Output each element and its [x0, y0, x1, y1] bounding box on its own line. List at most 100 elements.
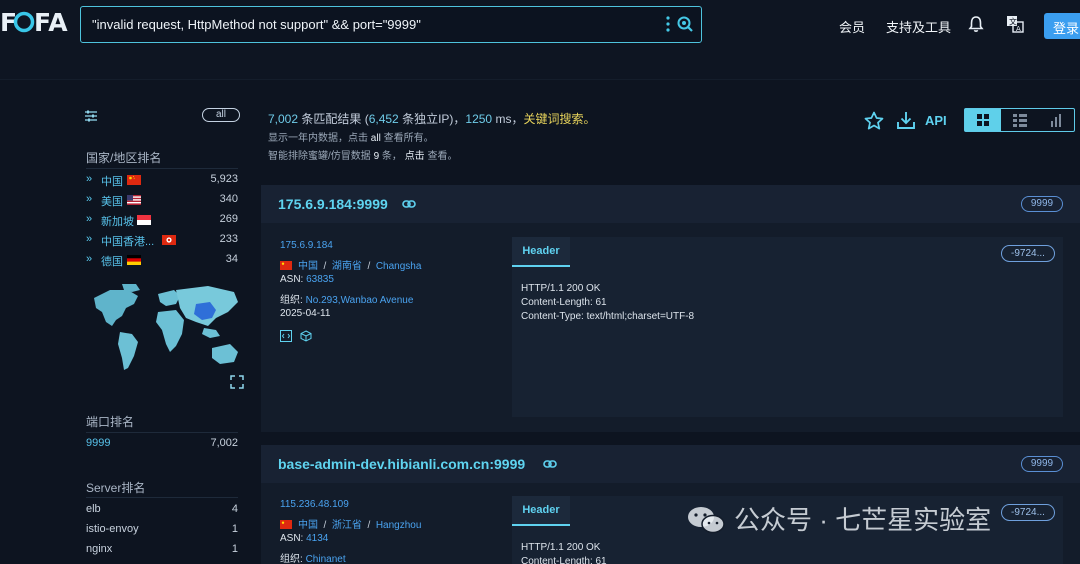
result-host-link[interactable]: 175.6.9.184:9999 — [278, 196, 388, 212]
header-panel: Header -9724... HTTP/1.1 200 OK Content-… — [512, 237, 1063, 417]
region-link[interactable]: 浙江省 — [332, 520, 362, 531]
fofa-logo[interactable]: F FA — [0, 8, 70, 37]
download-icon[interactable] — [896, 110, 916, 130]
ip-link[interactable]: 115.236.48.109 — [280, 499, 349, 510]
show-all-link[interactable]: all — [371, 133, 381, 144]
server-name[interactable]: elb — [86, 503, 101, 515]
bell-icon[interactable] — [968, 15, 984, 33]
region-link[interactable]: 湖南省 — [332, 261, 362, 272]
list-view-button[interactable] — [1002, 109, 1038, 131]
summary-text: 条匹配结果 ( — [298, 112, 369, 126]
country-name[interactable]: 美国 — [101, 193, 123, 209]
server-row[interactable]: nginx 1 — [86, 543, 238, 555]
svg-text:FA: FA — [34, 8, 68, 36]
header-line: HTTP/1.1 200 OK — [521, 542, 601, 553]
country-name[interactable]: 新加坡 — [101, 213, 134, 229]
link-icon[interactable] — [543, 459, 557, 469]
login-button[interactable]: 登录 — [1044, 13, 1080, 39]
server-name[interactable]: istio-envoy — [86, 523, 139, 535]
link-icon[interactable] — [402, 199, 416, 209]
asn-link[interactable]: 4134 — [306, 533, 328, 544]
filter-settings-icon[interactable] — [84, 109, 98, 123]
city-link[interactable]: Changsha — [376, 261, 422, 272]
country-name[interactable]: 德国 — [101, 253, 123, 269]
asn-label: ASN: — [280, 533, 307, 544]
search-box[interactable]: "invalid request, HttpMethod not support… — [80, 6, 702, 43]
translate-icon[interactable]: 文 A — [1006, 15, 1024, 33]
org-link[interactable]: No.293,Wanbao Avenue — [306, 295, 414, 306]
ip-address[interactable]: 175.6.9.184 — [280, 240, 333, 251]
ip-link[interactable]: 175.6.9.184 — [280, 240, 333, 251]
location-line: 中国 / 湖南省 / Changsha — [280, 257, 421, 272]
watermark-text: 公众号 · 七芒星实验室 — [734, 505, 992, 535]
honeypot-note: 智能排除蜜罐/仿冒数据 9 条， 点击 查看。 — [268, 147, 457, 162]
header-content: HTTP/1.1 200 OK Content-Length: 61 — [521, 541, 607, 564]
api-button[interactable]: API — [925, 113, 947, 128]
china-flag-icon — [127, 175, 141, 185]
note-text: 条， — [379, 151, 405, 162]
country-row-singapore[interactable]: » 新加坡 269 — [86, 213, 238, 231]
fofa-logo-mark: F FA — [0, 8, 68, 37]
divider — [86, 432, 238, 433]
server-name[interactable]: nginx — [86, 543, 112, 555]
country-row-germany[interactable]: » 德国 34 — [86, 253, 238, 271]
country-count: 233 — [219, 233, 238, 245]
server-ranking-title: Server排名 — [86, 481, 146, 495]
nav-membership[interactable]: 会员 — [839, 17, 865, 36]
chevron-right-icon: » — [86, 213, 93, 225]
keyword-search-label: 关键词搜索。 — [523, 112, 596, 126]
asn-label: ASN: — [280, 274, 307, 285]
note-text: 查看。 — [424, 151, 458, 162]
asn-link[interactable]: 63835 — [306, 274, 334, 285]
result-host-link[interactable]: base-admin-dev.hibianli.com.cn:9999 — [278, 456, 525, 472]
header-line: Content-Length: 61 — [521, 556, 607, 564]
country-name[interactable]: 中国香港... — [101, 233, 154, 249]
chevron-right-icon: » — [86, 253, 93, 265]
city-link[interactable]: Hangzhou — [376, 520, 422, 531]
grid-view-button[interactable] — [965, 109, 1001, 131]
port-name[interactable]: 9999 — [86, 437, 110, 449]
org-label: 组织: — [280, 295, 306, 306]
nav-support-tools[interactable]: 支持及工具 — [886, 17, 951, 36]
port-badge[interactable]: 9999 — [1021, 196, 1063, 212]
port-badge[interactable]: 9999 — [1021, 456, 1063, 472]
country-row-usa[interactable]: » 美国 340 — [86, 193, 238, 211]
chart-view-button[interactable] — [1038, 109, 1074, 131]
cube-icon[interactable] — [300, 330, 312, 342]
chevron-right-icon: » — [86, 233, 93, 245]
country-row-china[interactable]: » 中国 5,923 — [86, 173, 238, 191]
country-link[interactable]: 中国 — [298, 261, 318, 272]
chevron-right-icon: » — [86, 193, 93, 205]
asn-line: ASN: 63835 — [280, 274, 334, 285]
port-row[interactable]: 9999 7,002 — [86, 437, 238, 449]
note-text: 查看所有。 — [380, 133, 434, 144]
hash-badge[interactable]: -9724... — [1001, 245, 1055, 262]
code-icon[interactable] — [280, 330, 292, 342]
ip-address[interactable]: 115.236.48.109 — [280, 499, 349, 510]
divider — [86, 168, 238, 169]
org-link[interactable]: Chinanet — [306, 554, 346, 564]
header-content: HTTP/1.1 200 OK Content-Length: 61 Conte… — [521, 282, 694, 324]
country-name[interactable]: 中国 — [101, 173, 123, 189]
search-icon[interactable] — [677, 16, 693, 32]
search-input[interactable]: "invalid request, HttpMethod not support… — [92, 17, 421, 32]
usa-flag-icon — [127, 195, 141, 205]
fullscreen-icon[interactable] — [230, 375, 244, 389]
singapore-flag-icon — [137, 215, 151, 225]
china-flag-icon — [280, 261, 292, 270]
server-row[interactable]: elb 4 — [86, 503, 238, 515]
summary-text: ms， — [492, 112, 524, 126]
country-link[interactable]: 中国 — [298, 520, 318, 531]
server-row[interactable]: istio-envoy 1 — [86, 523, 238, 535]
more-options-icon[interactable] — [666, 16, 670, 32]
server-count: 1 — [231, 543, 238, 555]
star-icon[interactable] — [864, 111, 884, 131]
country-row-hongkong[interactable]: » 中国香港... 233 — [86, 233, 238, 251]
header-tab[interactable]: Header — [512, 496, 570, 526]
world-map[interactable] — [88, 282, 248, 392]
all-filter-pill[interactable]: all — [202, 108, 240, 122]
note-text: 显示一年内数据，点击 — [268, 133, 371, 144]
header-tab[interactable]: Header — [512, 237, 570, 267]
click-link[interactable]: 点击 — [405, 151, 425, 162]
divider — [86, 497, 238, 498]
